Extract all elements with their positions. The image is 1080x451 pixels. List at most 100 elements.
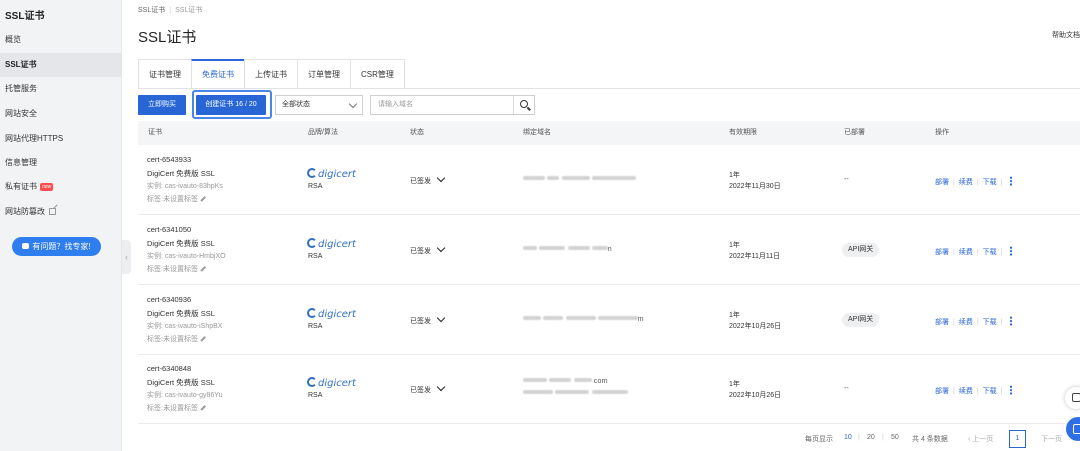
redacted-text [567,246,590,250]
deploy-link[interactable]: 部署 [935,179,949,186]
renew-link[interactable]: 续费 [959,388,973,395]
renew-link[interactable]: 续费 [959,179,973,186]
cert-id[interactable]: cert-6341050 [147,225,191,234]
cert-algorithm: RSA [308,253,323,260]
download-link[interactable]: 下载 [983,319,997,326]
more-actions-icon[interactable] [1010,316,1013,326]
renew-link[interactable]: 续费 [959,319,973,326]
expiry-date: 2022年10月26日 [729,323,782,330]
sidebar-item-https-proxy[interactable]: 网站代理HTTPS [0,127,122,151]
row-actions: 部署 | 续费 | 下载 | [935,246,1013,257]
status-label: 已签发 [410,178,431,185]
digicert-logo: digicert [307,308,356,320]
tab-cert-management[interactable]: 证书管理 [138,59,191,89]
ask-expert-button[interactable]: 有问题？找专家! [12,237,101,256]
prev-page-button[interactable]: ‹ 上一页 [968,434,993,444]
cert-tag-editor[interactable]: 标签:未设置标签 [147,194,206,204]
page-size-20[interactable]: 20 [867,434,875,441]
page-size-50[interactable]: 50 [891,434,899,441]
action-separator: | [976,388,979,395]
search-icon[interactable] [520,100,528,108]
cert-id[interactable]: cert-6543933 [147,155,191,164]
table-row: cert-6543933 DigiCert 免费版 SSL 实例: cas-iv… [138,146,1080,215]
deploy-link[interactable]: 部署 [935,319,949,326]
page-number-current[interactable]: 1 [1009,430,1026,448]
chevron-down-icon [348,99,358,109]
cert-tag-editor[interactable]: 标签:未设置标签 [147,334,206,344]
deploy-link[interactable]: 部署 [935,388,949,395]
breadcrumb-current: SSL证书 [175,7,203,14]
sidebar: SSL证书 概览 SSL证书 托管服务 网站安全 网站代理HTTPS 信息管理 … [0,0,122,451]
row-actions: 部署 | 续费 | 下载 | [935,385,1013,396]
tab-order-management[interactable]: 订单管理 [297,59,350,89]
feedback-chat-icon[interactable] [1065,387,1080,409]
cert-instance: 实例: cas-ivauto-HmbjXO [147,253,226,260]
validity-period: 1年 [729,242,740,249]
more-actions-icon[interactable] [1010,176,1013,186]
cert-tag: 标签:未设置标签 [147,196,198,203]
download-link[interactable]: 下载 [983,388,997,395]
deploy-link[interactable]: 部署 [935,249,949,256]
expiry-date: 2022年11月11日 [729,253,781,260]
more-actions-icon[interactable] [1010,246,1013,256]
page-size-10[interactable]: 10 [844,434,852,441]
breadcrumb: SSL证书 | SSL证书 [138,5,202,15]
cert-tag-editor[interactable]: 标签:未设置标签 [147,403,206,413]
sidebar-item-ssl[interactable]: SSL证书 [0,53,122,77]
table-row: cert-6341050 DigiCert 免费版 SSL 实例: cas-iv… [138,216,1080,285]
sidebar-item-private-cert[interactable]: 私有证书 new [0,175,122,199]
cert-instance: 实例: cas-ivauto-iShpBX [147,323,223,330]
status-filter-select[interactable]: 全部状态 [275,95,363,115]
status-dropdown[interactable]: 已签发 [410,173,446,186]
status-dropdown[interactable]: 已签发 [410,382,446,395]
redacted-text [549,378,572,382]
sidebar-item-overview[interactable]: 概览 [0,28,122,52]
breadcrumb-root[interactable]: SSL证书 [138,7,165,14]
download-link[interactable]: 下载 [983,249,997,256]
redacted-text [591,390,628,394]
sidebar-title: SSL证书 [5,11,45,22]
digicert-logo-mark [307,168,317,178]
tab-bar: 证书管理 免费证书 上传证书 订单管理 CSR管理 [138,59,405,89]
row-actions: 部署 | 续费 | 下载 | [935,176,1013,187]
redacted-text [523,176,545,180]
sidebar-item-tamper-protection[interactable]: 网站防篡改 [0,200,122,224]
edit-icon [200,195,206,201]
help-docs-link[interactable]: 帮助文档 [1052,30,1080,40]
sidebar-item-label: 网站防篡改 [5,207,45,216]
sidebar-item-site-security[interactable]: 网站安全 [0,102,122,126]
action-separator: | [953,319,955,326]
tab-upload-cert[interactable]: 上传证书 [244,59,297,89]
more-actions-icon[interactable] [1010,385,1013,395]
action-separator: | [1000,179,1003,186]
cert-instance: 实例: cas-ivauto-gy86Yu [147,392,223,399]
cert-tag: 标签:未设置标签 [147,336,198,343]
domain-search-input[interactable]: 请输入域名 [370,95,535,115]
digicert-logo: digicert [307,377,356,389]
tab-free-cert[interactable]: 免费证书 [191,59,244,89]
sidebar-item-hosting[interactable]: 托管服务 [0,77,122,101]
status-dropdown[interactable]: 已签发 [410,243,446,256]
buy-now-button[interactable]: 立即购买 [138,95,186,115]
cert-id[interactable]: cert-6340936 [147,295,191,304]
status-dropdown[interactable]: 已签发 [410,313,446,326]
action-separator: | [976,179,979,186]
redacted-text [561,176,590,180]
cert-tag-editor[interactable]: 标签:未设置标签 [147,264,206,274]
sidebar-item-label: 网站安全 [5,109,37,118]
next-page-button[interactable]: 下一页 [1041,434,1062,444]
download-link[interactable]: 下载 [983,179,997,186]
sidebar-item-label: 信息管理 [5,158,37,167]
create-cert-button[interactable]: 创建证书 16 / 20 [196,95,266,115]
breadcrumb-separator: | [169,7,172,14]
sidebar-item-info-mgmt[interactable]: 信息管理 [0,151,122,175]
toolbar: 立即购买 创建证书 16 / 20 全部状态 请输入域名 [138,90,1068,119]
table-row: cert-6340936 DigiCert 免费版 SSL 实例: cas-iv… [138,286,1080,355]
renew-link[interactable]: 续费 [959,249,973,256]
cert-id[interactable]: cert-6340848 [147,364,191,373]
redacted-text [547,176,560,180]
redacted-text [555,390,590,394]
tab-csr-management[interactable]: CSR管理 [350,59,405,89]
cert-algorithm: RSA [308,183,323,190]
sidebar-collapse-toggle[interactable]: ‹ [122,240,131,274]
